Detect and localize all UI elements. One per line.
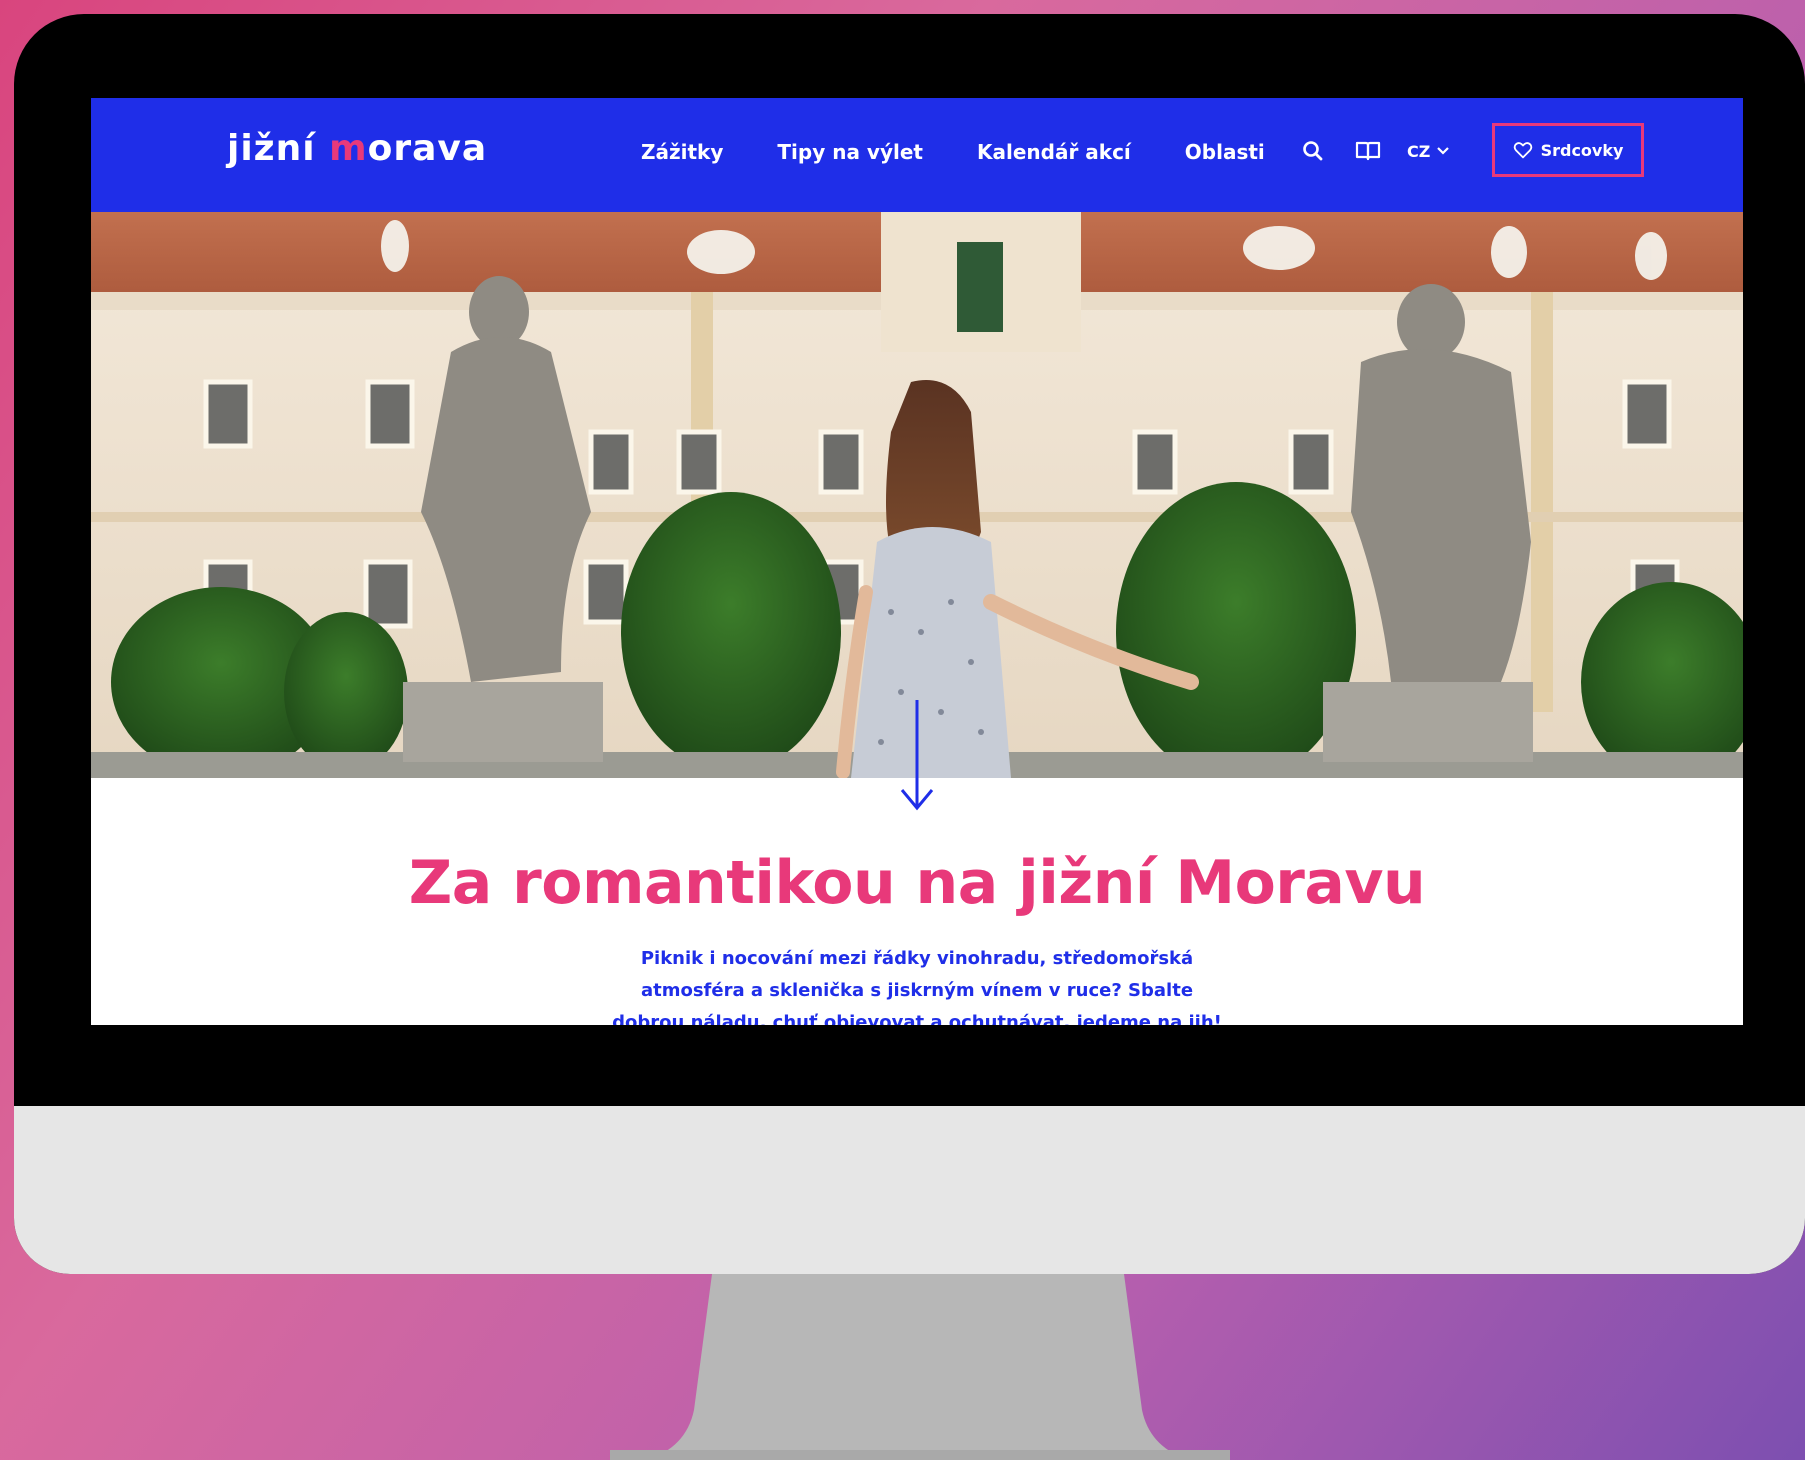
browser-viewport: jižní morava Zážitky Tipy na výlet Kalen…	[91, 98, 1743, 1025]
monitor-chin	[14, 1106, 1805, 1274]
nav-item-tipy[interactable]: Tipy na výlet	[777, 140, 923, 164]
book-icon[interactable]	[1355, 139, 1381, 163]
intro-text: Piknik i nocování mezi řádky vinohradu, …	[612, 948, 1222, 1025]
header-tools: CZ	[1301, 122, 1450, 180]
page-title: Za romantikou na jižní Moravu	[408, 848, 1426, 918]
hero-image	[91, 212, 1743, 778]
site-header: jižní morava Zážitky Tipy na výlet Kalen…	[91, 98, 1743, 212]
favorites-label: Srdcovky	[1540, 140, 1624, 160]
logo-text-m: m	[329, 128, 368, 169]
intro-section: Za romantikou na jižní Moravu Piknik i n…	[91, 700, 1743, 1025]
logo-text-part2: orava	[367, 128, 488, 169]
language-selector[interactable]: CZ	[1407, 142, 1450, 161]
favorites-button[interactable]: Srdcovky	[1492, 123, 1644, 177]
logo-text-part1: jižní	[227, 128, 330, 169]
main-nav: Zážitky Tipy na výlet Kalendář akcí Obla…	[641, 140, 1265, 164]
language-label: CZ	[1407, 141, 1431, 161]
heart-icon	[1513, 142, 1532, 159]
nav-item-zazitky[interactable]: Zážitky	[641, 140, 723, 164]
search-icon[interactable]	[1301, 139, 1325, 163]
chateau-photo	[91, 212, 1743, 778]
nav-item-oblasti[interactable]: Oblasti	[1185, 140, 1265, 164]
scroll-down-arrow-icon[interactable]	[900, 698, 934, 814]
site-logo[interactable]: jižní morava	[227, 128, 487, 169]
chevron-down-icon	[1437, 147, 1450, 155]
nav-item-kalendar[interactable]: Kalendář akcí	[977, 140, 1131, 164]
